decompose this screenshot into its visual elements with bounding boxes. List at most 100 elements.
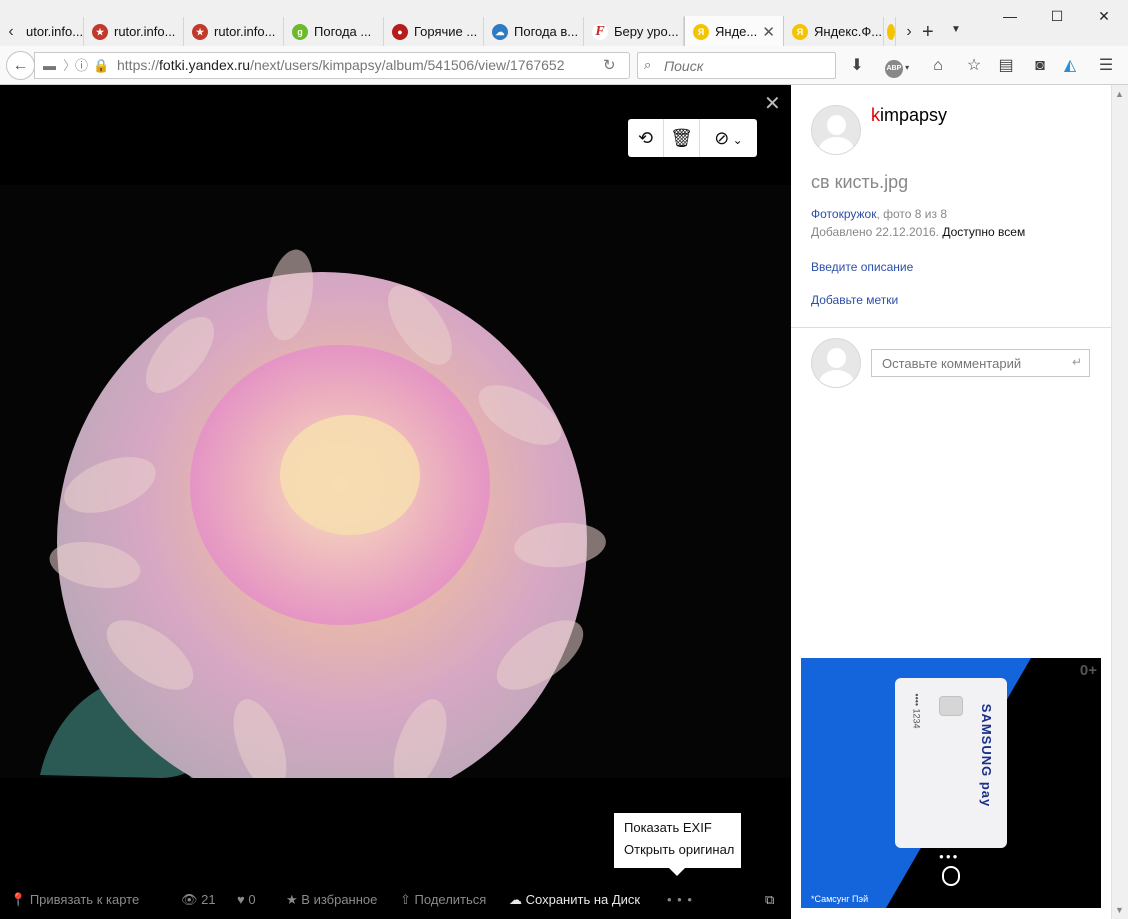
- tab-yandex-fotki-active[interactable]: Я Янде... ✕: [684, 16, 784, 47]
- save-to-disk-button[interactable]: ☁ Сохранить на Диск: [509, 888, 640, 912]
- card-number: •••• 1234: [911, 693, 922, 729]
- author-avatar[interactable]: [811, 105, 861, 155]
- secure-lock-icon[interactable]: 🔒: [93, 53, 109, 78]
- home-icon[interactable]: ⌂: [926, 54, 950, 78]
- tab-rutor-1[interactable]: utor.info...: [18, 17, 84, 46]
- reload-icon[interactable]: ↻: [603, 53, 616, 78]
- tab-label: Беру уро...: [614, 24, 679, 39]
- photo-image[interactable]: [0, 185, 791, 812]
- library-icon[interactable]: ▬: [43, 53, 56, 78]
- photo-bottom-bar: 📍 Привязать к карте 👁 21 ♥ 0 ★ В избранн…: [0, 888, 791, 912]
- attach-to-map-label: Привязать к карте: [29, 892, 140, 907]
- f-favicon-icon: F: [592, 23, 608, 40]
- likes-count: 0: [248, 892, 256, 907]
- window-minimize-button[interactable]: —: [987, 4, 1033, 28]
- tab-label: Горячие ...: [414, 24, 478, 39]
- comment-input[interactable]: Оставьте комментарий ↵: [871, 349, 1090, 377]
- search-placeholder: Поиск: [664, 58, 704, 74]
- username-rest: impapsy: [880, 105, 948, 125]
- search-input[interactable]: ⌕ Поиск: [637, 52, 836, 79]
- tab-list-dropdown-icon[interactable]: ▼: [951, 24, 961, 35]
- more-options-button[interactable]: • • •: [667, 888, 693, 912]
- tab-label: Янде...: [715, 24, 758, 39]
- payment-card-image: •••• 1234 SAMSUNG pay: [895, 678, 1007, 848]
- map-pin-icon: 📍: [10, 892, 27, 907]
- share-button[interactable]: ⇧ Поделиться: [400, 888, 486, 912]
- enter-key-icon: ↵: [1071, 355, 1082, 369]
- back-button[interactable]: ←: [6, 51, 35, 80]
- url-text[interactable]: https://fotki.yandex.ru/next/users/kimpa…: [117, 53, 565, 78]
- tab-goryachie[interactable]: ● Горячие ...: [384, 17, 484, 46]
- bookmark-star-icon[interactable]: ☆: [962, 54, 986, 78]
- yandex-fotki-favicon-icon: Я: [792, 23, 808, 40]
- star-icon: ★: [286, 892, 298, 907]
- show-exif-menu-item[interactable]: Показать EXIF: [624, 819, 741, 841]
- photo-viewer: ✕ ⟲ 🗑 ⊘ ⌄ Показать EXIF Открыть оригинал…: [0, 85, 791, 919]
- avatar-head-shape: [827, 348, 846, 368]
- samsung-pay-brand: SAMSUNG pay: [979, 703, 995, 808]
- block-dropdown-button[interactable]: ⊘ ⌄: [700, 119, 757, 157]
- add-description-link[interactable]: Введите описание: [811, 260, 913, 274]
- url-host: fotki.yandex.ru: [159, 57, 251, 73]
- views-count: 21: [201, 892, 216, 907]
- tab-pogoda-2[interactable]: ☁ Погода в...: [484, 17, 584, 46]
- added-info: Добавлено 22.12.2016. Доступно всем: [811, 225, 1025, 239]
- fullscreen-icon[interactable]: ⧉: [765, 888, 774, 912]
- downloads-icon[interactable]: ⬇: [845, 54, 869, 78]
- tab-label: rutor.info...: [114, 24, 176, 39]
- samsung-pay-ad-banner[interactable]: 0+ •••• 1234 SAMSUNG pay ●●● *Самсунг Пэ…: [801, 658, 1101, 908]
- adblock-icon[interactable]: ABP ▾: [880, 54, 914, 78]
- tab-label: Погода в...: [514, 24, 579, 39]
- tab-label: Погода ...: [314, 24, 372, 39]
- like-button[interactable]: ♥ 0: [237, 888, 256, 912]
- tab-label: rutor.info...: [214, 24, 276, 39]
- info-icon[interactable]: ⓘ: [75, 53, 88, 78]
- menu-hamburger-icon[interactable]: ☰: [1094, 54, 1118, 78]
- add-tags-link[interactable]: Добавьте метки: [811, 293, 898, 307]
- tab-yandex-fotki-2[interactable]: Я Яндекс.Ф...: [784, 17, 884, 46]
- username-first-letter: k: [871, 105, 880, 125]
- scroll-down-arrow-icon[interactable]: ▼: [1115, 905, 1124, 915]
- window-close-button[interactable]: ✕: [1081, 4, 1127, 28]
- fingerprint-icon: [942, 866, 960, 886]
- share-label: Поделиться: [414, 892, 487, 907]
- photo-title[interactable]: св кисть.jpg: [811, 172, 908, 193]
- close-viewer-icon[interactable]: ✕: [764, 91, 781, 116]
- tab-beru-uro[interactable]: F Беру уро...: [584, 17, 684, 46]
- attach-to-map-button[interactable]: 📍 Привязать к карте: [10, 888, 139, 912]
- rotate-icon[interactable]: ⟲: [628, 119, 664, 157]
- sync-icon[interactable]: ◭: [1058, 54, 1082, 78]
- yandex-favicon-icon: [887, 23, 895, 40]
- window-maximize-button[interactable]: ☐: [1034, 4, 1080, 28]
- scroll-up-arrow-icon[interactable]: ▲: [1115, 89, 1124, 99]
- tab-close-icon[interactable]: ✕: [762, 23, 775, 41]
- avatar-body-shape: [819, 370, 854, 387]
- url-bar[interactable]: ▬ 〉 ⓘ 🔒 https://fotki.yandex.ru/next/use…: [34, 52, 630, 79]
- avatar-body-shape: [819, 137, 854, 154]
- trash-icon[interactable]: 🗑: [664, 119, 700, 157]
- age-rating: 0+: [1079, 662, 1097, 679]
- rutor-favicon-icon: ★: [92, 23, 108, 40]
- tab-rutor-3[interactable]: ★ rutor.info...: [184, 17, 284, 46]
- page-scrollbar[interactable]: ▲ ▼: [1111, 85, 1128, 919]
- pocket-icon[interactable]: ◙: [1028, 54, 1052, 78]
- photo-toolbar: ⟲ 🗑 ⊘ ⌄: [628, 119, 757, 157]
- visibility-dropdown[interactable]: Доступно всем: [942, 225, 1025, 239]
- tab-partial[interactable]: [884, 17, 896, 46]
- tab-rutor-2[interactable]: ★ rutor.info...: [84, 17, 184, 46]
- url-scheme: https://: [117, 57, 160, 73]
- tab-strip: ‹ utor.info... ★ rutor.info... ★ rutor.i…: [0, 0, 1128, 47]
- add-to-favorites-button[interactable]: ★ В избранное: [286, 888, 377, 912]
- ad-caption: *Самсунг Пэй: [811, 894, 869, 904]
- author-username[interactable]: kimpapsy: [871, 105, 947, 126]
- bookmarks-list-icon[interactable]: ▤: [994, 54, 1018, 78]
- open-original-menu-item[interactable]: Открыть оригинал: [624, 841, 741, 863]
- tab-pogoda-1[interactable]: g Погода ...: [284, 17, 384, 46]
- new-tab-plus-icon[interactable]: +: [922, 20, 934, 44]
- views-counter: 👁 21: [181, 888, 216, 912]
- tab-scroll-right-icon[interactable]: ›: [902, 20, 916, 44]
- tab-scroll-left-icon[interactable]: ‹: [4, 20, 18, 44]
- photo-context-menu: Показать EXIF Открыть оригинал: [614, 813, 741, 876]
- album-link[interactable]: Фотокружок: [811, 207, 876, 221]
- chevron-down-icon: ⌄: [729, 133, 743, 147]
